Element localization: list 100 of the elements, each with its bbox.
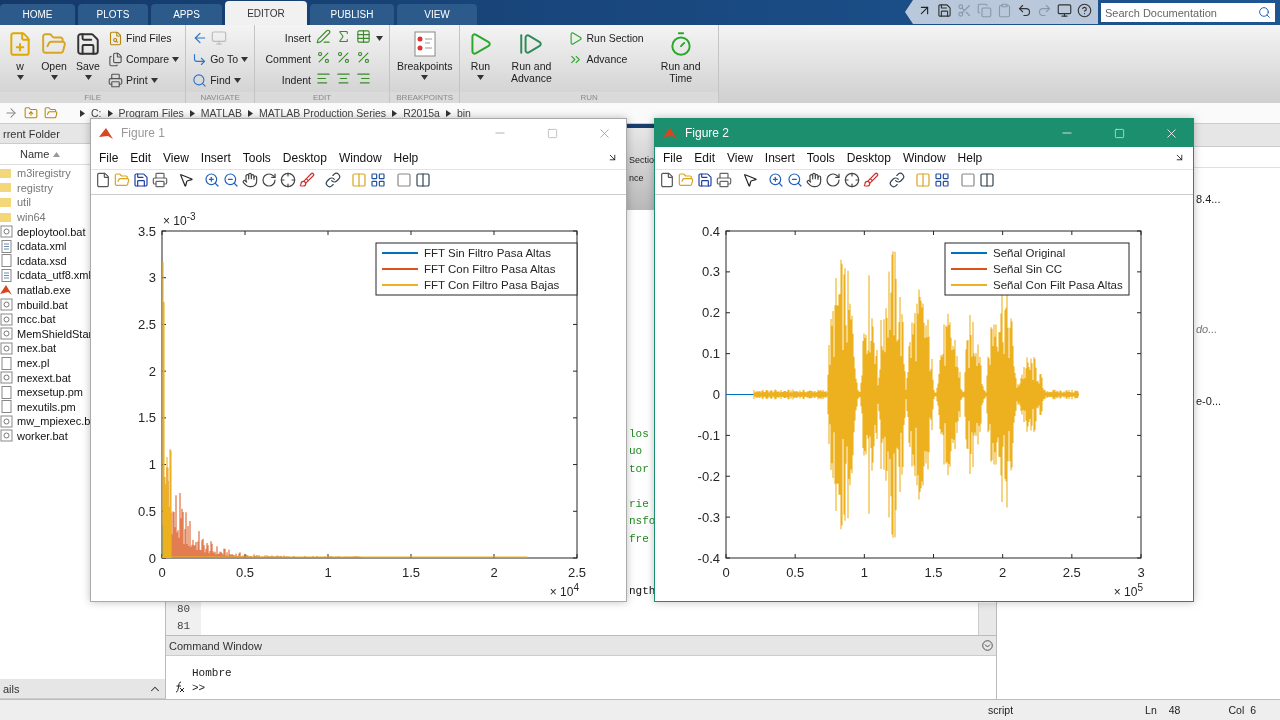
file-list-item[interactable]: mcc.bat — [0, 311, 58, 327]
toolstrip-button[interactable]: Find — [192, 71, 248, 89]
show-tools-icon[interactable] — [415, 172, 431, 188]
legend-icon[interactable] — [934, 172, 950, 188]
up-folder-icon[interactable] — [24, 106, 38, 120]
brush-icon[interactable] — [299, 172, 315, 188]
rotate-icon[interactable] — [825, 172, 841, 188]
toolstrip-button[interactable]: Find Files — [108, 29, 180, 47]
toolstrip-button[interactable]: Save — [74, 29, 102, 82]
file-list-item[interactable]: mexutils.pm — [0, 399, 78, 415]
menu-item[interactable]: File — [93, 149, 125, 167]
command-prompt[interactable]: >> — [188, 681, 982, 697]
print-icon[interactable] — [152, 172, 168, 188]
table-icon[interactable] — [356, 28, 371, 44]
menu-item[interactable]: Desktop — [840, 149, 897, 167]
file-list-item[interactable]: mbuild.bat — [0, 297, 70, 312]
brush-icon[interactable] — [863, 172, 879, 188]
new-figure-icon[interactable] — [659, 172, 675, 188]
menu-item[interactable]: Edit — [688, 149, 722, 167]
breakpoint-list-icon[interactable] — [412, 31, 437, 57]
colorbar-icon[interactable] — [915, 172, 931, 188]
insert-icon[interactable] — [316, 28, 331, 44]
file-list-item[interactable]: registry — [0, 180, 56, 196]
browse-folder-icon[interactable] — [44, 106, 58, 120]
pan-icon[interactable] — [242, 172, 258, 188]
save-icon[interactable] — [133, 172, 149, 188]
legend-icon[interactable] — [370, 172, 386, 188]
link-icon[interactable] — [325, 172, 341, 188]
toolstrip-button[interactable]: Breakpoints — [396, 29, 454, 82]
ribbon-tab[interactable]: VIEW — [397, 4, 477, 25]
menu-item[interactable]: Insert — [194, 149, 237, 167]
file-list-item[interactable]: mw_mpiexec.b — [0, 414, 93, 429]
print-icon[interactable] — [716, 172, 732, 188]
scrollbar[interactable] — [978, 603, 996, 635]
dock-arrow-icon[interactable] — [1174, 152, 1185, 163]
zoom-out-icon[interactable] — [787, 172, 803, 188]
ribbon-tab[interactable]: HOME — [0, 4, 75, 25]
ribbon-tab[interactable]: APPS — [151, 4, 222, 25]
toolstrip-button[interactable]: Run and Time — [649, 29, 712, 86]
search-field[interactable]: Search Documentation — [1101, 3, 1275, 22]
file-list-item[interactable]: deploytool.bat — [0, 224, 88, 239]
undo-icon[interactable] — [1017, 2, 1032, 18]
forward-arrow-icon[interactable] — [4, 106, 18, 120]
file-list-item[interactable]: lcdata_utf8.xml — [0, 268, 93, 283]
figure-window[interactable]: Figure 2 File Edit View Insert Tools Desktop Window Help 0.4 0.3 0.2 0.1 0 -0.1 -0.2 -0.3 -0.4 0 0.5 1 1.5 2 2.5 3 Señal Original Señal Sin CC Señal Con Filt Pasa Altas × 10$^{5}$ — [654, 118, 1194, 602]
rotate-icon[interactable] — [261, 172, 277, 188]
path-segment[interactable]: C: — [91, 107, 102, 119]
switch-windows-icon[interactable] — [1057, 2, 1072, 18]
file-list-item[interactable]: lcdata.xml — [0, 238, 69, 254]
menu-item[interactable]: Edit — [124, 149, 158, 167]
uncomment-icon[interactable] — [336, 49, 351, 65]
ribbon-tab[interactable]: PLOTS — [78, 4, 148, 25]
menu-item[interactable]: View — [157, 149, 195, 167]
data-cursor-icon[interactable] — [844, 172, 860, 188]
menu-item[interactable]: Tools — [800, 149, 841, 167]
pointer-icon[interactable] — [178, 172, 194, 188]
menu-item[interactable]: Insert — [758, 149, 801, 167]
toolstrip-button[interactable]: Run Section — [568, 29, 644, 47]
dock-arrow-icon[interactable] — [607, 152, 618, 163]
toolstrip-button[interactable]: Print — [108, 71, 180, 89]
menu-item[interactable]: Help — [387, 149, 425, 167]
window-title-bar[interactable]: Figure 2 — [655, 119, 1193, 147]
toolstrip-button[interactable]: Go To — [192, 50, 248, 68]
ribbon-tab[interactable]: PUBLISH — [310, 4, 394, 25]
column-header[interactable]: Name — [20, 148, 50, 160]
menu-item[interactable]: Tools — [236, 149, 277, 167]
menu-item[interactable]: Desktop — [276, 149, 333, 167]
path-segment[interactable]: Program Files — [118, 107, 184, 119]
menu-item[interactable]: File — [657, 149, 689, 167]
link-icon[interactable] — [889, 172, 905, 188]
toolstrip-button[interactable]: w — [6, 29, 34, 82]
toolstrip-button[interactable]: Advance — [568, 50, 644, 68]
ribbon-tab[interactable]: EDITOR — [225, 1, 307, 25]
wrap-comment-icon[interactable] — [356, 49, 371, 65]
menu-item[interactable]: View — [721, 149, 759, 167]
zoom-out-icon[interactable] — [223, 172, 239, 188]
colorbar-icon[interactable] — [351, 172, 367, 188]
file-list-item[interactable]: matlab.exe — [0, 282, 73, 298]
toolstrip-button[interactable]: Open — [40, 29, 68, 82]
file-list-item[interactable]: worker.bat — [0, 428, 70, 444]
panel-menu-icon[interactable] — [982, 640, 993, 651]
path-segment[interactable]: R2015a — [403, 107, 440, 119]
figure-window[interactable]: Figure 1 File Edit View Insert Tools Desktop Window Help 3.5 3 2.5 2 1.5 1 0.5 0 0 0.5 1 1.5 2 2.5 FFT Sin Filtro Pasa Altas FFT Con Filtro Pasa Altas FFT Con Filtro Pasa Bajas × 10$^{-3}$ × 10$^{4}$ — [90, 118, 627, 602]
comment-icon[interactable] — [316, 49, 331, 65]
help-icon[interactable] — [1077, 2, 1092, 18]
toolstrip-button[interactable]: Run and Advance — [500, 29, 563, 86]
show-tools-icon[interactable] — [979, 172, 995, 188]
file-list-item[interactable]: mexsetup.pm — [0, 384, 86, 400]
zoom-in-icon[interactable] — [204, 172, 220, 188]
menu-item[interactable]: Window — [896, 149, 952, 167]
menu-item[interactable]: Window — [332, 149, 388, 167]
save-icon[interactable] — [937, 2, 952, 18]
save-icon[interactable] — [697, 172, 713, 188]
menu-item[interactable]: Help — [951, 149, 989, 167]
pointer-icon[interactable] — [742, 172, 758, 188]
zoom-in-icon[interactable] — [768, 172, 784, 188]
pan-icon[interactable] — [806, 172, 822, 188]
new-figure-icon[interactable] — [95, 172, 111, 188]
toolstrip-button[interactable]: Compare — [108, 50, 180, 68]
file-list-item[interactable]: mex.pl — [0, 355, 52, 371]
